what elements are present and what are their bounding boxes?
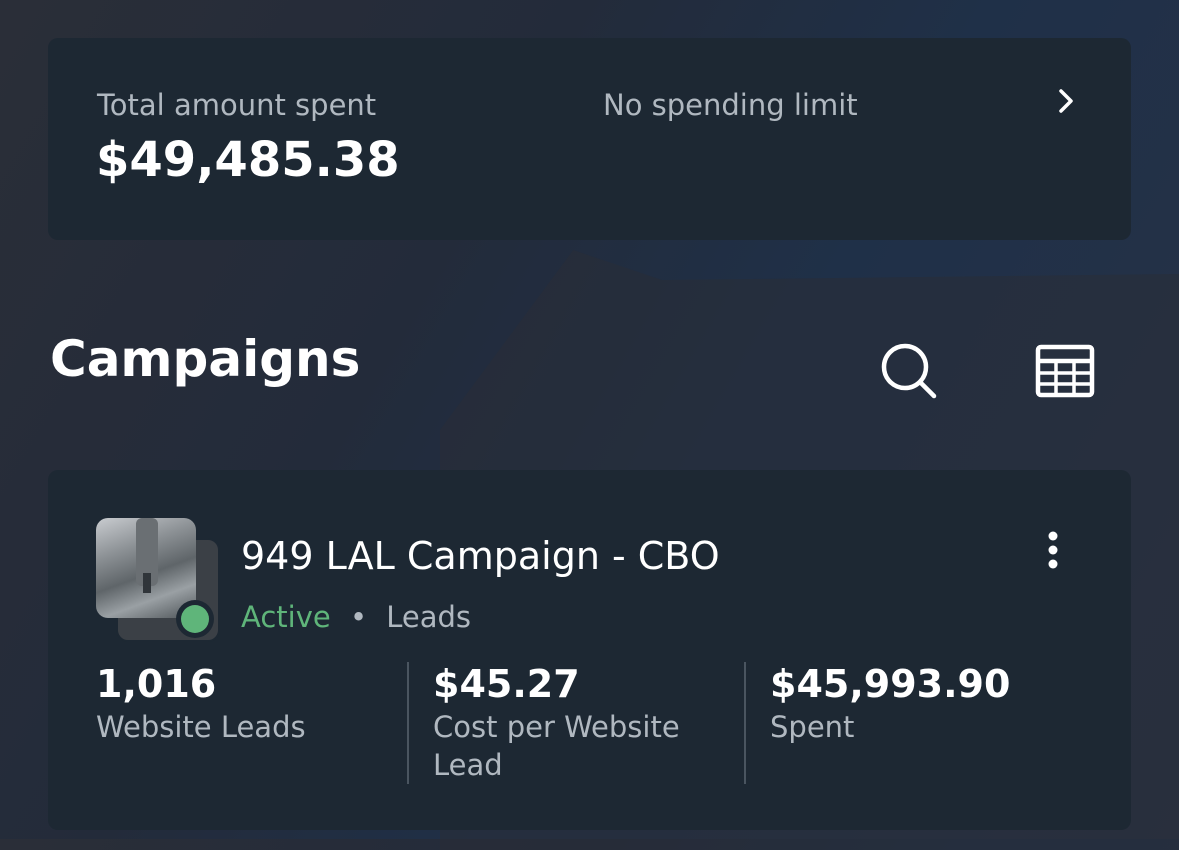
campaign-status: Active <box>241 600 331 634</box>
metric-website-leads: 1,016 Website Leads <box>96 660 396 746</box>
metric-divider <box>744 662 746 784</box>
thumbnail-image <box>96 518 196 618</box>
metric-label: Spent <box>770 710 855 744</box>
search-icon[interactable] <box>878 340 940 402</box>
metric-divider <box>407 662 409 784</box>
metric-cost-per-lead: $45.27 Cost per Website Lead <box>433 660 703 784</box>
campaign-objective: Leads <box>386 600 472 634</box>
meta-separator: • <box>349 600 368 634</box>
campaigns-title: Campaigns <box>50 330 361 388</box>
campaign-meta: Active • Leads <box>241 600 471 634</box>
metric-value: $45,993.90 <box>770 662 1011 706</box>
total-spent-amount: $49,485.38 <box>96 132 400 188</box>
campaign-thumbnail <box>96 518 220 642</box>
metric-value: $45.27 <box>433 662 580 706</box>
status-indicator <box>176 600 214 638</box>
metric-label: Website Leads <box>96 710 306 744</box>
campaign-card[interactable]: 949 LAL Campaign - CBO Active • Leads 1,… <box>48 470 1131 830</box>
total-spent-label: Total amount spent <box>97 88 377 122</box>
campaign-name[interactable]: 949 LAL Campaign - CBO <box>241 534 720 578</box>
metric-value: 1,016 <box>96 662 217 706</box>
metric-spent: $45,993.90 Spent <box>770 660 1070 746</box>
spending-summary-card[interactable]: Total amount spent $49,485.38 No spendin… <box>48 38 1131 240</box>
spending-limit-label: No spending limit <box>603 88 858 122</box>
chevron-right-icon[interactable] <box>1051 86 1081 116</box>
table-view-icon[interactable] <box>1034 343 1096 399</box>
metric-label: Cost per Website Lead <box>433 710 680 782</box>
more-vertical-icon[interactable] <box>1038 528 1068 572</box>
